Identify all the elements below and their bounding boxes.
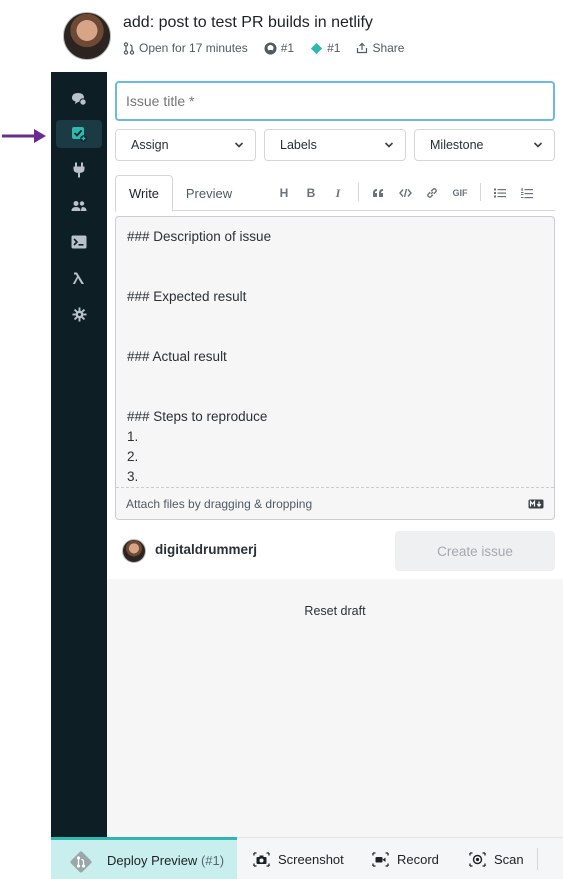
deploy-preview-label: Deploy Preview (#1): [107, 853, 224, 868]
assign-label: Assign: [131, 138, 169, 152]
quote-button[interactable]: [371, 185, 385, 201]
github-pr-number: #1: [280, 41, 295, 55]
screenshot-label: Screenshot: [278, 851, 344, 867]
deploy-preview-number: (#1): [200, 853, 225, 868]
markdown-icon: [528, 499, 544, 509]
author-avatar: [63, 12, 111, 60]
scan-label: Scan: [494, 851, 524, 867]
gif-button[interactable]: GIF: [451, 185, 469, 201]
pull-request-icon: [123, 41, 135, 55]
quote-icon: [373, 189, 383, 197]
link-icon: [427, 188, 437, 198]
annotation-arrow-icon: [2, 129, 46, 143]
header-meta: Open for 17 minutes #1 #1 Share: [123, 41, 420, 55]
bullet-list-button[interactable]: [493, 185, 507, 201]
video-camera-icon: [372, 851, 389, 867]
sidebar-item-settings[interactable]: [56, 300, 102, 328]
gear-icon: [71, 306, 87, 322]
github-pr-link[interactable]: #1: [264, 41, 294, 55]
screenshot-button[interactable]: Screenshot: [253, 838, 344, 879]
sidebar: [51, 72, 107, 837]
scan-button[interactable]: Scan: [469, 838, 524, 879]
record-label: Record: [397, 851, 439, 867]
numbered-list-button[interactable]: [520, 185, 534, 201]
share-label: Share: [372, 41, 405, 55]
main-panel: Assign Labels Milestone Write Preview H …: [107, 72, 563, 837]
netlify-diamond-icon: [310, 42, 323, 54]
git-branch-diamond-icon: [70, 851, 92, 873]
lambda-icon: [72, 272, 84, 284]
plug-icon: [73, 162, 85, 178]
toolbar-divider: [537, 848, 538, 870]
scan-icon: [469, 851, 486, 867]
create-issue-button[interactable]: Create issue: [395, 531, 555, 571]
share-icon: [357, 42, 368, 54]
italic-button[interactable]: I: [331, 185, 345, 201]
editor-tabs: Write Preview H B I GIF: [115, 175, 555, 212]
sidebar-item-console[interactable]: [56, 228, 102, 256]
deploy-preview-text: Deploy Preview: [107, 853, 198, 868]
new-issue-icon: [72, 127, 87, 142]
chevron-down-icon: [384, 142, 394, 148]
heading-button[interactable]: H: [277, 185, 291, 201]
tab-write[interactable]: Write: [115, 175, 173, 212]
numbered-list-icon: [521, 187, 533, 198]
attach-files-hint: Attach files by dragging & dropping: [126, 497, 313, 511]
sidebar-item-functions[interactable]: [56, 264, 102, 292]
camera-icon: [253, 851, 270, 867]
deploy-pr-number: #1: [327, 41, 341, 55]
milestone-dropdown[interactable]: Milestone: [414, 129, 555, 161]
chat-bubbles-icon: [72, 93, 87, 106]
code-icon: [398, 188, 412, 198]
user-avatar: [122, 539, 146, 563]
attach-files-area[interactable]: Attach files by dragging & dropping: [116, 487, 554, 519]
toolbar-divider: [358, 183, 359, 201]
share-button[interactable]: Share: [356, 41, 404, 55]
issue-body-editor[interactable]: ### Description of issue ### Expected re…: [115, 216, 555, 520]
chevron-down-icon: [533, 142, 543, 148]
new-issue-form: Assign Labels Milestone Write Preview H …: [107, 72, 563, 579]
bottom-toolbar: Deploy Preview (#1) Screenshot Record Sc…: [51, 837, 563, 879]
issue-title-input[interactable]: [115, 81, 555, 121]
record-button[interactable]: Record: [372, 838, 439, 879]
header: add: post to test PR builds in netlify O…: [0, 0, 563, 72]
toolbar-divider: [480, 183, 481, 201]
bullet-list-icon: [494, 188, 506, 198]
assign-dropdown[interactable]: Assign: [115, 129, 256, 161]
sidebar-item-new-issue[interactable]: [56, 120, 102, 148]
labels-label: Labels: [280, 138, 317, 152]
code-button[interactable]: [398, 185, 412, 201]
terminal-icon: [71, 235, 87, 249]
deploy-pr-link[interactable]: #1: [310, 41, 340, 55]
pr-status: Open for 17 minutes: [123, 41, 248, 55]
sidebar-item-chat[interactable]: [56, 85, 102, 113]
tab-preview[interactable]: Preview: [179, 175, 239, 212]
chevron-down-icon: [234, 142, 244, 148]
sidebar-item-team[interactable]: [56, 192, 102, 220]
issue-body-text[interactable]: ### Description of issue ### Expected re…: [127, 227, 547, 485]
link-button[interactable]: [425, 185, 439, 201]
pr-status-text: Open for 17 minutes: [139, 41, 248, 55]
github-icon: [264, 42, 277, 54]
reset-draft-button[interactable]: Reset draft: [107, 604, 563, 618]
bold-button[interactable]: B: [304, 185, 318, 201]
page-title: add: post to test PR builds in netlify: [123, 14, 373, 31]
app-root: add: post to test PR builds in netlify O…: [0, 0, 563, 879]
milestone-label: Milestone: [430, 138, 484, 152]
labels-dropdown[interactable]: Labels: [264, 129, 406, 161]
sidebar-item-integrations[interactable]: [56, 156, 102, 184]
deploy-preview-tab[interactable]: Deploy Preview (#1): [51, 837, 237, 879]
username: digitaldrummerj: [155, 542, 258, 557]
users-icon: [71, 201, 87, 211]
